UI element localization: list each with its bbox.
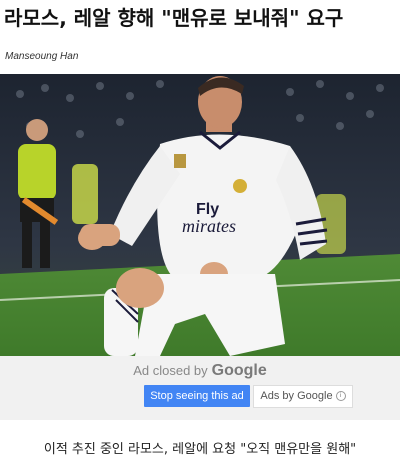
ad-closed-message: Ad closed by Google — [0, 362, 400, 380]
ads-by-google-button[interactable]: Ads by Google i — [253, 385, 353, 408]
article-headline: 라모스, 레알 향해 "맨유로 보내줘" 요구 — [4, 6, 344, 30]
stop-seeing-ad-button[interactable]: Stop seeing this ad — [144, 385, 250, 407]
photo-illustration: Fly mirates — [0, 74, 400, 356]
article-page: 라모스, 레알 향해 "맨유로 보내줘" 요구 Manseoung Han Fl… — [0, 0, 400, 474]
ad-closed-label: Ad closed by — [133, 363, 208, 378]
article-subheadline: 이적 추진 중인 라모스, 레알에 요청 "오직 맨유만을 원해" — [43, 442, 357, 457]
author-name[interactable]: Manseoung Han — [5, 51, 78, 62]
jersey-sponsor-line2: mirates — [182, 216, 236, 236]
ads-by-google-label: Ads by Google — [260, 390, 333, 402]
article-photo: Fly mirates — [0, 74, 400, 356]
info-icon: i — [335, 391, 346, 402]
google-logo: Google — [211, 362, 267, 379]
closed-ad-panel: Ad closed by Google Stop seeing this ad A… — [0, 356, 400, 420]
